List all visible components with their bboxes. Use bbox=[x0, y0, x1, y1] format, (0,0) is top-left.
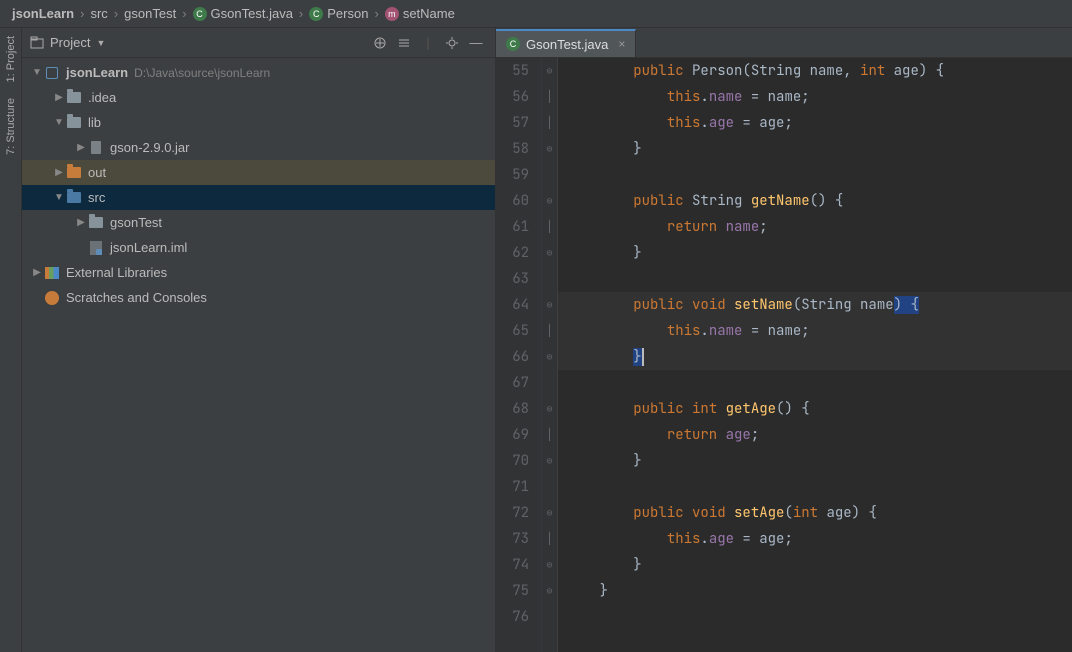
breadcrumb: jsonLearn › src › gsonTest › C GsonTest.… bbox=[0, 0, 1072, 28]
line-number-gutter: 5556575859606162636465666768697071727374… bbox=[496, 58, 542, 652]
project-panel-title[interactable]: Project ▼ bbox=[30, 35, 105, 50]
chevron-right-icon: › bbox=[80, 6, 84, 21]
chevron-right-icon: ▶ bbox=[74, 217, 88, 228]
tree-out[interactable]: ▶ out bbox=[22, 160, 495, 185]
editor: C GsonTest.java × 5556575859606162636465… bbox=[496, 28, 1072, 652]
project-tree[interactable]: ▼ jsonLearnD:\Java\source\jsonLearn ▶ .i… bbox=[22, 58, 495, 652]
folder-icon bbox=[67, 167, 81, 178]
tree-src[interactable]: ▼ src bbox=[22, 185, 495, 210]
project-panel-header: Project ▼ | — bbox=[22, 28, 495, 58]
chevron-right-icon: ▶ bbox=[74, 142, 88, 153]
package-icon bbox=[89, 217, 103, 228]
chevron-right-icon: ▶ bbox=[52, 92, 66, 103]
chevron-right-icon: › bbox=[182, 6, 186, 21]
chevron-right-icon: › bbox=[374, 6, 378, 21]
folder-icon bbox=[67, 117, 81, 128]
tree-lib[interactable]: ▼ lib bbox=[22, 110, 495, 135]
chevron-down-icon: ▼ bbox=[30, 67, 44, 78]
chevron-down-icon: ▼ bbox=[52, 192, 66, 203]
code-editor[interactable]: 5556575859606162636465666768697071727374… bbox=[496, 58, 1072, 652]
tree-root[interactable]: ▼ jsonLearnD:\Java\source\jsonLearn bbox=[22, 60, 495, 85]
folder-icon bbox=[67, 192, 81, 203]
tree-scratches[interactable]: Scratches and Consoles bbox=[22, 285, 495, 310]
breadcrumb-src[interactable]: src bbox=[86, 6, 111, 21]
expand-all-button[interactable] bbox=[393, 32, 415, 54]
hide-panel-button[interactable]: — bbox=[465, 32, 487, 54]
divider: | bbox=[417, 32, 439, 54]
code-content[interactable]: public Person(String name, int age) { th… bbox=[558, 58, 1072, 652]
tree-external-libs[interactable]: ▶ External Libraries bbox=[22, 260, 495, 285]
iml-icon bbox=[90, 241, 102, 255]
tree-idea[interactable]: ▶ .idea bbox=[22, 85, 495, 110]
fold-gutter[interactable]: ⊖││⊖⊖│⊖⊖│⊖⊖│⊖⊖│⊖⊖ bbox=[542, 58, 558, 652]
folder-icon bbox=[67, 92, 81, 103]
tool-structure[interactable]: 7: Structure bbox=[5, 90, 17, 163]
breadcrumb-root[interactable]: jsonLearn bbox=[8, 6, 78, 21]
chevron-down-icon: ▼ bbox=[52, 117, 66, 128]
class-icon: C bbox=[506, 37, 520, 51]
chevron-right-icon: › bbox=[299, 6, 303, 21]
tree-iml[interactable]: jsonLearn.iml bbox=[22, 235, 495, 260]
class-icon: C bbox=[193, 7, 207, 21]
breadcrumb-file[interactable]: C GsonTest.java bbox=[189, 6, 297, 21]
chevron-down-icon: ▼ bbox=[96, 38, 105, 48]
close-icon[interactable]: × bbox=[618, 37, 625, 51]
scratches-icon bbox=[45, 291, 59, 305]
breadcrumb-class[interactable]: C Person bbox=[305, 6, 372, 21]
class-icon: C bbox=[309, 7, 323, 21]
gear-icon[interactable] bbox=[441, 32, 463, 54]
project-panel: Project ▼ | — ▼ jsonLearnD:\Java\source\… bbox=[22, 28, 496, 652]
libraries-icon bbox=[45, 267, 59, 279]
project-icon bbox=[30, 36, 44, 50]
chevron-right-icon: ▶ bbox=[30, 267, 44, 278]
chevron-right-icon: › bbox=[114, 6, 118, 21]
tree-pkg[interactable]: ▶ gsonTest bbox=[22, 210, 495, 235]
tool-project[interactable]: 1: Project bbox=[5, 28, 17, 90]
caret bbox=[642, 348, 644, 366]
breadcrumb-pkg[interactable]: gsonTest bbox=[120, 6, 180, 21]
module-icon bbox=[46, 67, 58, 79]
tool-rail-left: 1: Project 7: Structure bbox=[0, 28, 22, 652]
tree-jar[interactable]: ▶ gson-2.9.0.jar bbox=[22, 135, 495, 160]
chevron-right-icon: ▶ bbox=[52, 167, 66, 178]
method-icon: m bbox=[385, 7, 399, 21]
tab-gsontest[interactable]: C GsonTest.java × bbox=[496, 29, 636, 57]
jar-icon bbox=[91, 141, 101, 154]
breadcrumb-method[interactable]: m setName bbox=[381, 6, 459, 21]
editor-tabbar: C GsonTest.java × bbox=[496, 28, 1072, 58]
select-opened-file-button[interactable] bbox=[369, 32, 391, 54]
